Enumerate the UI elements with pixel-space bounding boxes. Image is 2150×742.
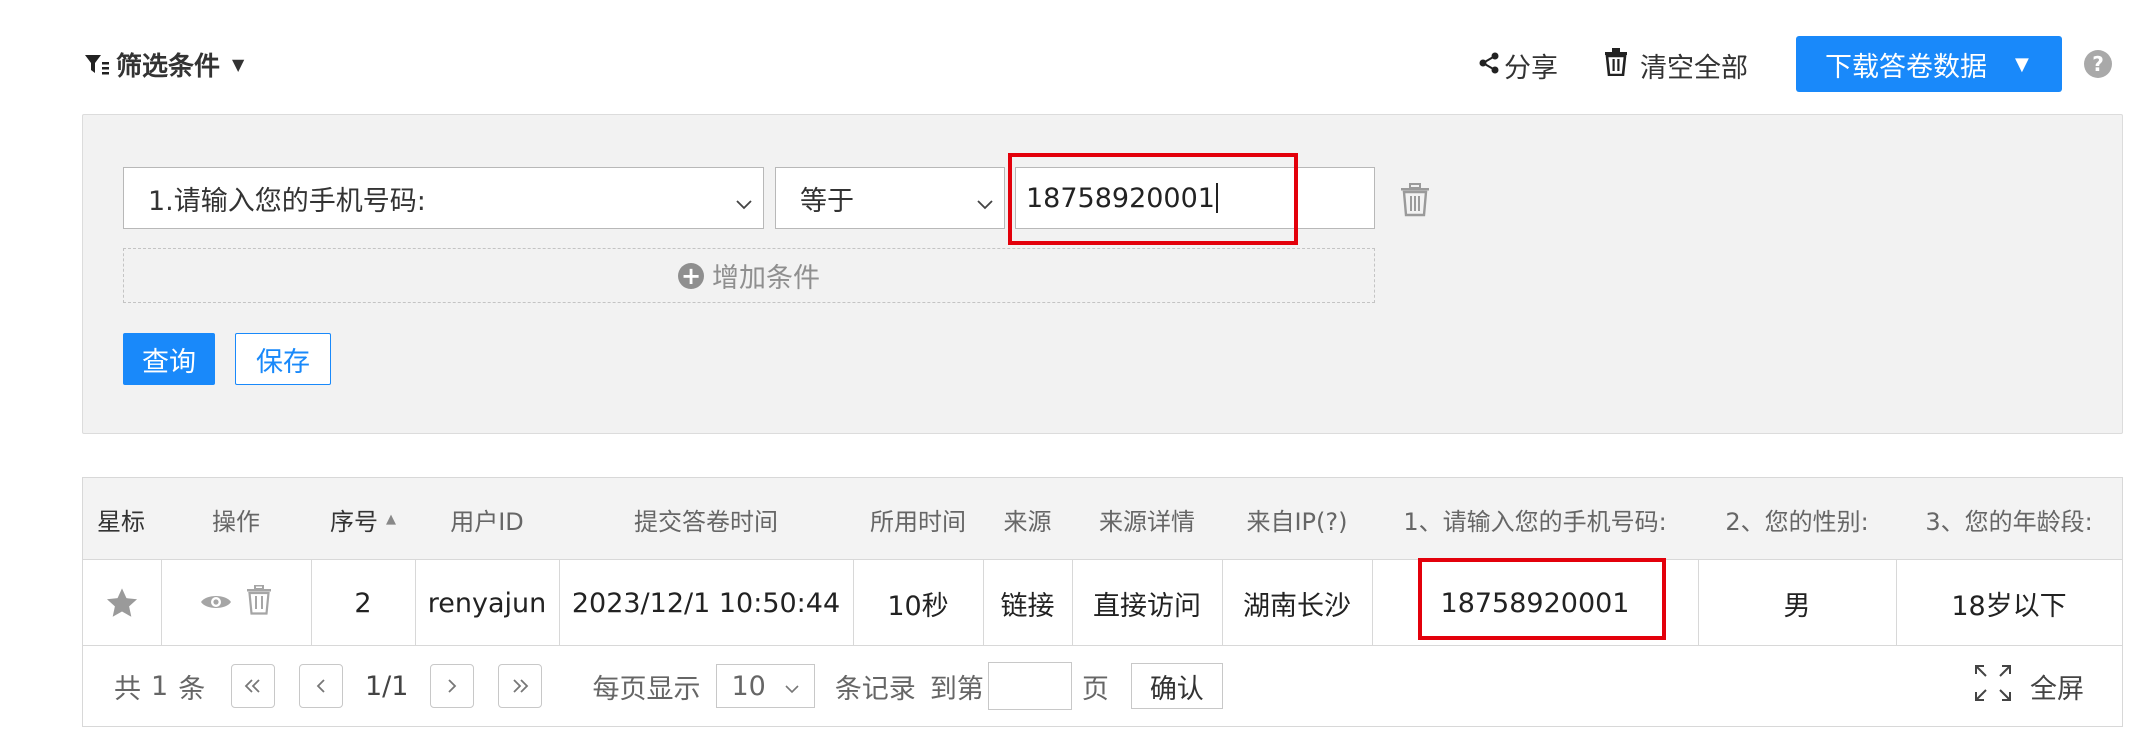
filter-icon — [84, 53, 110, 77]
column-header: 2、您的性别: — [1725, 507, 1869, 536]
column-header-label: 序号 — [330, 507, 378, 536]
chevron-down-icon — [976, 188, 994, 219]
plus-circle-icon: + — [678, 262, 704, 289]
goto-label: 到第 — [929, 673, 984, 705]
column-header: 来源 — [1003, 507, 1052, 536]
operator-select-value: 等于 — [800, 185, 854, 217]
filter-toggle[interactable]: 筛选条件 ▼ — [84, 46, 244, 83]
column-header: 来源详情 — [1099, 507, 1195, 536]
operator-select[interactable]: 等于 — [775, 167, 1005, 229]
pagination-controls: 1/1 每页显示 10 条记录 到第 页 确认 — [231, 646, 1223, 726]
query-button[interactable]: 查询 — [123, 333, 215, 385]
records-label: 条记录 — [834, 673, 916, 705]
last-page-button[interactable] — [498, 664, 543, 708]
question-select-value: 1.请输入您的手机号码: — [148, 185, 426, 217]
cell-user-id: renyajun — [427, 587, 547, 619]
highlight-box — [1418, 558, 1666, 640]
fullscreen-label: 全屏 — [2030, 673, 2084, 705]
column-header: 提交答卷时间 — [634, 507, 778, 536]
cell-submit-time: 2023/12/1 10:50:44 — [571, 587, 841, 619]
clear-all-button[interactable]: 清空全部 — [1604, 46, 1748, 85]
column-header: 1、请输入您的手机号码: — [1403, 507, 1667, 536]
add-condition-label: 增加条件 — [712, 263, 820, 294]
question-select[interactable]: 1.请输入您的手机号码: — [123, 167, 764, 229]
chevron-down-icon — [784, 671, 800, 702]
caret-down-icon: ▼ — [232, 55, 245, 74]
goto-page-input[interactable] — [987, 662, 1072, 710]
help-icon[interactable]: ? — [2084, 50, 2112, 78]
column-header: 所用时间 — [870, 507, 966, 536]
cell-duration: 10秒 — [887, 590, 949, 622]
row-actions — [161, 560, 311, 646]
total-suffix: 条 — [178, 673, 206, 705]
add-condition-button[interactable]: + 增加条件 — [123, 248, 1375, 303]
total-count: 共 1 条 — [114, 646, 205, 726]
cell-source: 链接 — [1000, 590, 1055, 622]
fullscreen-icon — [1974, 664, 2012, 709]
save-button[interactable]: 保存 — [235, 333, 331, 385]
first-page-button[interactable] — [231, 664, 275, 708]
page-label: 页 — [1081, 673, 1109, 705]
delete-row-icon[interactable] — [246, 584, 272, 622]
prev-page-button[interactable] — [299, 664, 343, 708]
clear-all-label: 清空全部 — [1640, 53, 1748, 84]
download-label: 下载答卷数据 — [1825, 51, 1987, 83]
column-header-sortable[interactable]: 序号 ▲ — [311, 478, 415, 560]
filter-label: 筛选条件 — [116, 52, 221, 82]
total-count-value: 1 — [151, 670, 169, 702]
delete-condition-icon[interactable] — [1400, 183, 1430, 221]
column-header: 操作 — [212, 507, 260, 536]
trash-icon — [1604, 48, 1628, 83]
share-icon — [1478, 50, 1500, 81]
view-icon[interactable] — [200, 588, 232, 619]
next-page-button[interactable] — [430, 664, 475, 708]
chevron-down-icon — [735, 188, 753, 219]
column-header: 来自IP(?) — [1246, 507, 1348, 536]
per-page-select[interactable]: 10 — [716, 664, 815, 708]
cell-age-group: 18岁以下 — [1951, 590, 2067, 622]
share-button[interactable]: 分享 — [1478, 46, 1558, 85]
sort-asc-icon: ▲ — [386, 511, 396, 527]
download-data-button[interactable]: 下载答卷数据 ▼ — [1796, 36, 2062, 92]
caret-down-icon[interactable]: ▼ — [2015, 54, 2029, 75]
column-header: 星标 — [97, 507, 145, 536]
highlight-box — [1008, 153, 1298, 245]
star-icon[interactable] — [83, 560, 161, 646]
column-header: 用户ID — [450, 507, 524, 536]
cell-source-detail: 直接访问 — [1093, 590, 1201, 622]
per-page-label: 每页显示 — [592, 673, 701, 705]
column-header: 3、您的年龄段: — [1925, 507, 2093, 536]
total-prefix: 共 — [114, 673, 141, 705]
confirm-goto-button[interactable]: 确认 — [1130, 663, 1223, 709]
cell-ip-location: 湖南长沙 — [1243, 590, 1351, 622]
per-page-value: 10 — [731, 670, 766, 702]
share-label: 分享 — [1504, 53, 1558, 84]
cell-gender: 男 — [1783, 590, 1811, 622]
cell-seq: 2 — [354, 587, 372, 619]
fullscreen-button[interactable]: 全屏 — [1974, 646, 2084, 726]
page-info: 1/1 — [365, 670, 409, 702]
